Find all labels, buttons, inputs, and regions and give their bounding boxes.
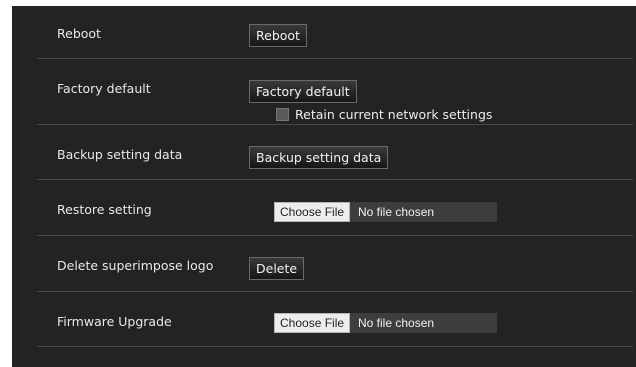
row-divider xyxy=(37,179,633,180)
reboot-button[interactable]: Reboot xyxy=(249,24,307,47)
delete-superimpose-logo-label: Delete superimpose logo xyxy=(57,258,214,273)
restore-setting-file-input[interactable]: Choose File No file chosen xyxy=(274,202,497,222)
restore-choose-file-button[interactable]: Choose File xyxy=(274,202,351,222)
factory-default-button[interactable]: Factory default xyxy=(249,80,357,103)
row-divider xyxy=(37,58,633,59)
maintenance-panel: Reboot Reboot Factory default Factory de… xyxy=(12,6,636,367)
restore-file-status: No file chosen xyxy=(358,205,435,219)
firmware-upgrade-label: Firmware Upgrade xyxy=(57,314,172,329)
delete-logo-button[interactable]: Delete xyxy=(249,257,305,280)
retain-network-settings-label: Retain current network settings xyxy=(295,107,493,122)
row-divider xyxy=(37,124,633,125)
row-divider xyxy=(37,235,633,236)
row-divider xyxy=(37,346,633,347)
retain-network-settings-checkbox[interactable] xyxy=(276,108,289,121)
firmware-choose-file-button[interactable]: Choose File xyxy=(274,313,351,333)
backup-setting-data-button[interactable]: Backup setting data xyxy=(249,146,389,169)
restore-setting-label: Restore setting xyxy=(57,202,152,217)
factory-default-label: Factory default xyxy=(57,81,151,96)
row-divider xyxy=(37,291,633,292)
firmware-file-status: No file chosen xyxy=(358,316,435,330)
firmware-upgrade-file-input[interactable]: Choose File No file chosen xyxy=(274,313,497,333)
reboot-label: Reboot xyxy=(57,26,101,41)
backup-setting-data-label: Backup setting data xyxy=(57,147,183,162)
